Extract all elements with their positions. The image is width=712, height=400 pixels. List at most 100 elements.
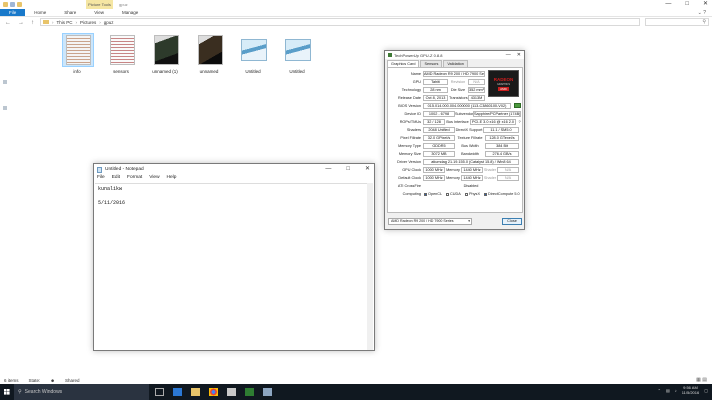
checkbox-unchecked-icon — [446, 192, 449, 196]
chrome-icon[interactable] — [209, 388, 218, 396]
quick-access-toolbar[interactable] — [3, 2, 22, 7]
checkbox-cuda[interactable]: CUDA — [446, 191, 461, 197]
tab-view[interactable]: View — [85, 9, 113, 16]
navigation-pane[interactable] — [0, 28, 12, 374]
help-icon[interactable]: ? — [517, 119, 522, 125]
radeon-logo: RADEON GRAPHICS AMD — [488, 70, 519, 97]
taskbar: ⚲ Search Windows ⌃ ▤ ♪ 9:56 AM 11/5/2016… — [0, 384, 712, 400]
gpuz-task-icon[interactable] — [245, 388, 254, 396]
file-item-unnamed[interactable]: unnamed — [194, 33, 224, 74]
logo-brand: RADEON — [493, 76, 514, 82]
tab-graphics-card[interactable]: Graphics Card — [387, 60, 420, 67]
taskbar-search[interactable]: ⚲ Search Windows — [14, 384, 149, 400]
edge-icon[interactable] — [173, 388, 182, 396]
minimize-icon[interactable]: — — [325, 164, 331, 175]
notepad-task-icon[interactable] — [263, 388, 272, 396]
file-item-unnamed-1[interactable]: unnamed (1) — [150, 33, 180, 74]
network-icon[interactable]: ▤ — [666, 388, 670, 393]
value-memory-size: 3072 MB — [423, 151, 455, 157]
close-icon[interactable]: ✕ — [365, 164, 370, 175]
notepad-window[interactable]: Untitled - Notepad — □ ✕ File Edit Forma… — [93, 163, 375, 351]
bios-export-icon[interactable] — [514, 103, 521, 108]
checkbox-physx[interactable]: PhysX — [465, 191, 480, 197]
label-memory-clock: Memory — [446, 168, 460, 172]
checkbox-directcompute[interactable]: DirectCompute 5.0 — [484, 191, 520, 197]
checkbox-opencl[interactable]: OpenCL — [424, 191, 442, 197]
tab-home[interactable]: Home — [25, 9, 55, 16]
maximize-icon[interactable]: □ — [346, 164, 350, 175]
logo-vendor: AMD — [498, 86, 509, 91]
row-shaders: Shaders 2048 Unified DirectX Support 11.… — [388, 127, 524, 133]
label-bandwidth: Bandwidth — [461, 152, 479, 156]
label-die-size: Die Size — [450, 88, 466, 92]
value-die-size: 352 mm² — [468, 87, 485, 93]
file-explorer-icon[interactable] — [191, 388, 200, 396]
tab-manage[interactable]: Manage — [113, 9, 147, 16]
label-computing: Computing — [402, 192, 421, 196]
ribbon-expand-icon[interactable]: ⌄ ? — [698, 10, 706, 16]
tab-sensors[interactable]: Sensors — [420, 60, 443, 67]
vertical-scrollbar[interactable] — [367, 183, 373, 350]
volume-icon[interactable]: ♪ — [675, 388, 677, 393]
tab-file[interactable]: File — [0, 9, 26, 16]
notepad-text-area[interactable]: kunalikw 5/11/2016 — [95, 183, 368, 350]
image-thumbnail — [65, 35, 91, 65]
forward-arrow-icon[interactable]: → — [18, 20, 24, 26]
minimize-icon[interactable]: — — [665, 0, 671, 9]
menu-view[interactable]: View — [149, 175, 159, 182]
breadcrumb-pictures[interactable]: Pictures — [80, 20, 96, 25]
address-bar[interactable]: › This PC › Pictures › gpuz — [40, 18, 640, 26]
up-arrow-icon[interactable]: ↑ — [31, 20, 34, 26]
menu-format[interactable]: Format — [127, 175, 142, 182]
value-gpu-clock: 1000 MHz — [423, 167, 445, 173]
picture-tools-tab[interactable]: Picture Tools — [86, 0, 113, 9]
label-technology: Technology — [401, 88, 421, 92]
minimize-icon[interactable]: — — [506, 51, 511, 59]
value-bus-interface: PCI-E 3.0 x16 @ x16 2.0 — [470, 119, 516, 125]
label-release-date: Release Date — [397, 96, 421, 100]
breadcrumb-this-pc[interactable]: This PC — [57, 20, 73, 25]
row-device-id: Device ID 1002 - 6798 Subvendor Sapphire… — [388, 111, 524, 117]
gpuz-titlebar[interactable]: TechPowerUp GPU-Z 0.8.8 — ✕ — [385, 51, 524, 59]
row-gpu-clock: GPU Clock 1000 MHz Memory 1440 MHz Shade… — [388, 167, 524, 173]
close-icon[interactable]: ✕ — [703, 0, 708, 9]
search-icon: ⚲ — [702, 19, 706, 25]
file-item-untitled-2[interactable]: Untitled — [282, 33, 312, 74]
start-button[interactable] — [0, 384, 14, 400]
chevron-up-icon[interactable]: ⌃ — [658, 388, 661, 393]
clock[interactable]: 9:56 AM 11/5/2016 — [682, 385, 700, 395]
image-thumbnail — [197, 35, 223, 65]
gpuz-title: TechPowerUp GPU-Z 0.8.8 — [394, 52, 443, 58]
file-item-untitled[interactable]: Untitled — [238, 33, 268, 74]
text-line: kunalikw — [98, 186, 123, 192]
task-view-icon[interactable] — [155, 388, 164, 396]
state-value: Shared — [65, 377, 80, 383]
file-name: info — [73, 69, 81, 74]
label-default-clock: Default Clock — [398, 176, 421, 180]
notifications-icon[interactable]: ▢ — [704, 388, 708, 393]
notepad-window-controls: — □ ✕ — [325, 164, 370, 175]
search-input[interactable]: ⚲ — [645, 18, 709, 26]
file-item-sensors[interactable]: sensors — [106, 33, 136, 74]
store-icon[interactable] — [227, 388, 236, 396]
menu-file[interactable]: File — [97, 175, 105, 182]
chevron-down-icon: ▾ — [468, 219, 470, 223]
close-icon[interactable]: ✕ — [517, 51, 521, 59]
menu-help[interactable]: Help — [167, 175, 177, 182]
tab-share[interactable]: Share — [55, 9, 85, 16]
breadcrumb-gpuz[interactable]: gpuz — [104, 20, 114, 25]
value-shaders: 2048 Unified — [423, 127, 455, 133]
address-row: ← → ↑ › This PC › Pictures › gpuz ⚲ — [0, 17, 712, 28]
back-arrow-icon[interactable]: ← — [5, 20, 11, 26]
logo-sub: GRAPHICS — [496, 82, 511, 86]
file-item-info[interactable]: info — [62, 33, 94, 74]
close-button[interactable]: Close — [502, 218, 522, 225]
menu-edit[interactable]: Edit — [112, 175, 120, 182]
value-subvendor: Sapphire/PCPartner (174B) — [473, 111, 521, 117]
maximize-icon[interactable]: □ — [685, 0, 689, 9]
tab-validation[interactable]: Validation — [443, 60, 468, 67]
view-toggle-icons[interactable]: ▦ ▤ — [696, 377, 707, 383]
gpu-select-dropdown[interactable]: AMD Radeon R9 200 / HD 7900 Series ▾ — [388, 218, 472, 225]
gpuz-window[interactable]: TechPowerUp GPU-Z 0.8.8 — ✕ Graphics Car… — [384, 50, 525, 230]
label-device-id: Device ID — [404, 112, 421, 116]
